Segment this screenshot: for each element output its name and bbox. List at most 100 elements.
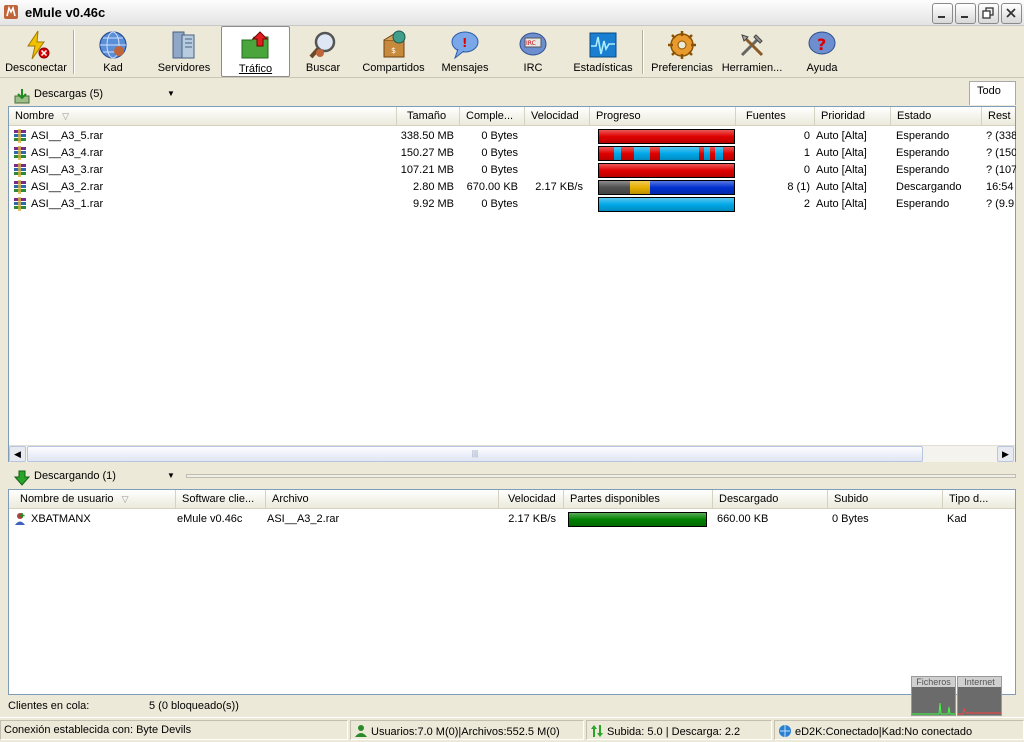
user-client-icon xyxy=(15,513,25,525)
active-downloads-header[interactable]: Descargando (1) ▼ xyxy=(10,467,180,487)
downloads-header[interactable]: Descargas (5) ▼ xyxy=(10,85,180,105)
toolbar-button-buscar[interactable]: Buscar xyxy=(295,26,351,77)
toolbar-button-mensajes[interactable]: ! Mensajes xyxy=(436,26,494,77)
toolbar-label: Preferencias xyxy=(651,62,713,74)
files-graph-label: Ficheros xyxy=(912,677,955,687)
active-download-row[interactable]: XBATMANX eMule v0.46c ASI__A3_2.rar 2.17 KB… xyxy=(9,511,1015,528)
download-progress-bar xyxy=(598,129,735,144)
column-software[interactable]: Software clie... xyxy=(176,490,266,509)
filter-tab-todo[interactable]: Todo xyxy=(969,81,1016,105)
download-arrow-icon xyxy=(14,470,30,486)
toolbar-button-kad[interactable]: Kad xyxy=(82,26,144,77)
toolbar-label: Herramien... xyxy=(721,62,783,74)
toolbar-button-estadisticas[interactable]: Estadísticas xyxy=(570,26,636,77)
column-fuentes[interactable]: Fuentes xyxy=(736,107,815,126)
download-row[interactable]: ASI__A3_5.rar 338.50 MB 0 Bytes 0 Auto [Alta… xyxy=(9,128,1016,145)
file-size: 2.80 MB xyxy=(413,181,454,193)
rar-archive-icon xyxy=(14,163,26,177)
column-partes[interactable]: Partes disponibles xyxy=(564,490,713,509)
column-progreso[interactable]: Progreso xyxy=(590,107,736,126)
column-velocidad[interactable]: Velocidad xyxy=(499,490,564,509)
internet-graph: Internet xyxy=(957,676,1002,716)
toolbar-separator xyxy=(73,30,74,74)
toolbar-label: Mensajes xyxy=(441,62,489,74)
file-sources: 1 xyxy=(803,147,810,159)
column-subido[interactable]: Subido xyxy=(828,490,943,509)
column-descargado[interactable]: Descargado xyxy=(713,490,828,509)
progress-gloss xyxy=(599,147,734,160)
toolbar-button-herramientas[interactable]: Herramien... xyxy=(718,26,786,77)
rar-archive-icon xyxy=(14,180,26,194)
downloads-title: Descargas (5) xyxy=(34,88,104,100)
servers-icon xyxy=(172,31,195,59)
minimize-icon xyxy=(938,16,945,18)
toolbar-button-trafico[interactable]: Tráfico xyxy=(221,26,290,77)
file-completed: 670.00 KB xyxy=(466,181,518,193)
minimize-icon xyxy=(961,16,968,18)
dropdown-arrow-icon[interactable]: ▼ xyxy=(167,89,175,98)
restore-icon xyxy=(982,7,994,19)
download-row[interactable]: ASI__A3_3.rar 107.21 MB 0 Bytes 0 Auto [Alta… xyxy=(9,162,1016,179)
toolbar-button-preferencias[interactable]: Preferencias xyxy=(648,26,716,77)
file-sources: 0 xyxy=(803,164,810,176)
active-downloads-list[interactable]: Nombre de usuario ▽ Software clie... Arch… xyxy=(8,489,1016,695)
download-row[interactable]: ASI__A3_1.rar 9.92 MB 0 Bytes 2 Auto [Alta] E… xyxy=(9,196,1015,213)
scroll-thumb[interactable]: ||| xyxy=(27,446,923,462)
column-archivo[interactable]: Archivo xyxy=(266,490,499,509)
file-remaining: ? (338 xyxy=(986,130,1016,142)
preferences-icon xyxy=(668,31,696,59)
close-icon xyxy=(1006,8,1016,18)
column-nombre[interactable]: Nombre ▽ xyxy=(9,107,397,126)
download-row[interactable]: ASI__A3_2.rar 2.80 MB 670.00 KB 2.17 KB/s 8 … xyxy=(9,179,1015,196)
progress-gloss xyxy=(599,198,734,211)
status-users: Usuarios:7.0 M(0)|Archivos:552.5 M(0) xyxy=(350,720,584,740)
downloads-horizontal-scrollbar[interactable]: ◀ ||| ▶ xyxy=(9,445,1015,462)
svg-text:IRC: IRC xyxy=(526,40,536,47)
close-button[interactable] xyxy=(1001,3,1022,24)
messages-icon: ! xyxy=(451,31,479,60)
dropdown-arrow-icon[interactable]: ▼ xyxy=(167,471,175,480)
minimize-button[interactable] xyxy=(932,3,953,24)
help-icon: ? xyxy=(808,31,836,55)
toolbar-button-irc[interactable]: IRC IRC xyxy=(505,26,561,77)
minimize-all-button[interactable] xyxy=(955,3,976,24)
column-prioridad[interactable]: Prioridad xyxy=(815,107,891,126)
downloads-list[interactable]: Nombre ▽ Tamaño Comple... Velocidad Progr… xyxy=(8,106,1016,462)
toolbar-label: Kad xyxy=(103,62,123,74)
irc-icon: IRC xyxy=(519,32,547,56)
column-estado[interactable]: Estado xyxy=(891,107,982,126)
toolbar-button-ayuda[interactable]: ? Ayuda xyxy=(792,26,852,77)
column-tamano[interactable]: Tamaño xyxy=(397,107,460,126)
pane-splitter[interactable] xyxy=(186,474,1016,478)
column-velocidad[interactable]: Velocidad xyxy=(525,107,590,126)
emule-mule-icon[interactable] xyxy=(3,4,19,20)
toolbar-label: Servidores xyxy=(157,62,211,74)
file-name: ASI__A3_2.rar xyxy=(31,181,104,193)
file-sources: 8 (1) xyxy=(787,181,810,193)
toolbar-separator xyxy=(642,30,643,74)
restore-button[interactable] xyxy=(978,3,999,24)
scroll-right-button[interactable]: ▶ xyxy=(997,446,1014,462)
toolbar-button-compartidos[interactable]: $ Compartidos xyxy=(357,26,430,77)
file-priority: Auto [Alta] xyxy=(816,198,867,210)
kad-globe-icon xyxy=(99,31,127,59)
file-status: Esperando xyxy=(896,130,950,142)
column-tipo[interactable]: Tipo d... xyxy=(943,490,1015,509)
client-downloaded: 660.00 KB xyxy=(717,513,769,525)
toolbar-button-servidores[interactable]: Servidores xyxy=(152,26,216,77)
files-graph-plot xyxy=(912,702,955,715)
column-completado[interactable]: Comple... xyxy=(460,107,525,126)
column-restante[interactable]: Rest xyxy=(982,107,1015,126)
tools-icon xyxy=(740,34,764,57)
client-file: ASI__A3_2.rar xyxy=(267,513,340,525)
download-row[interactable]: ASI__A3_4.rar 150.27 MB 0 Bytes 1 Auto [Alta… xyxy=(9,145,1016,162)
download-progress-bar xyxy=(598,180,735,195)
title-bar: eMule v0.46c xyxy=(0,0,1024,26)
toolbar-label: Compartidos xyxy=(362,62,425,74)
scroll-left-button[interactable]: ◀ xyxy=(9,446,26,462)
download-progress-bar xyxy=(598,146,735,161)
rar-archive-icon xyxy=(14,197,26,211)
downloads-icon xyxy=(14,89,30,104)
toolbar-button-desconectar[interactable]: Desconectar xyxy=(2,26,70,77)
column-usuario[interactable]: Nombre de usuario ▽ xyxy=(9,490,176,509)
